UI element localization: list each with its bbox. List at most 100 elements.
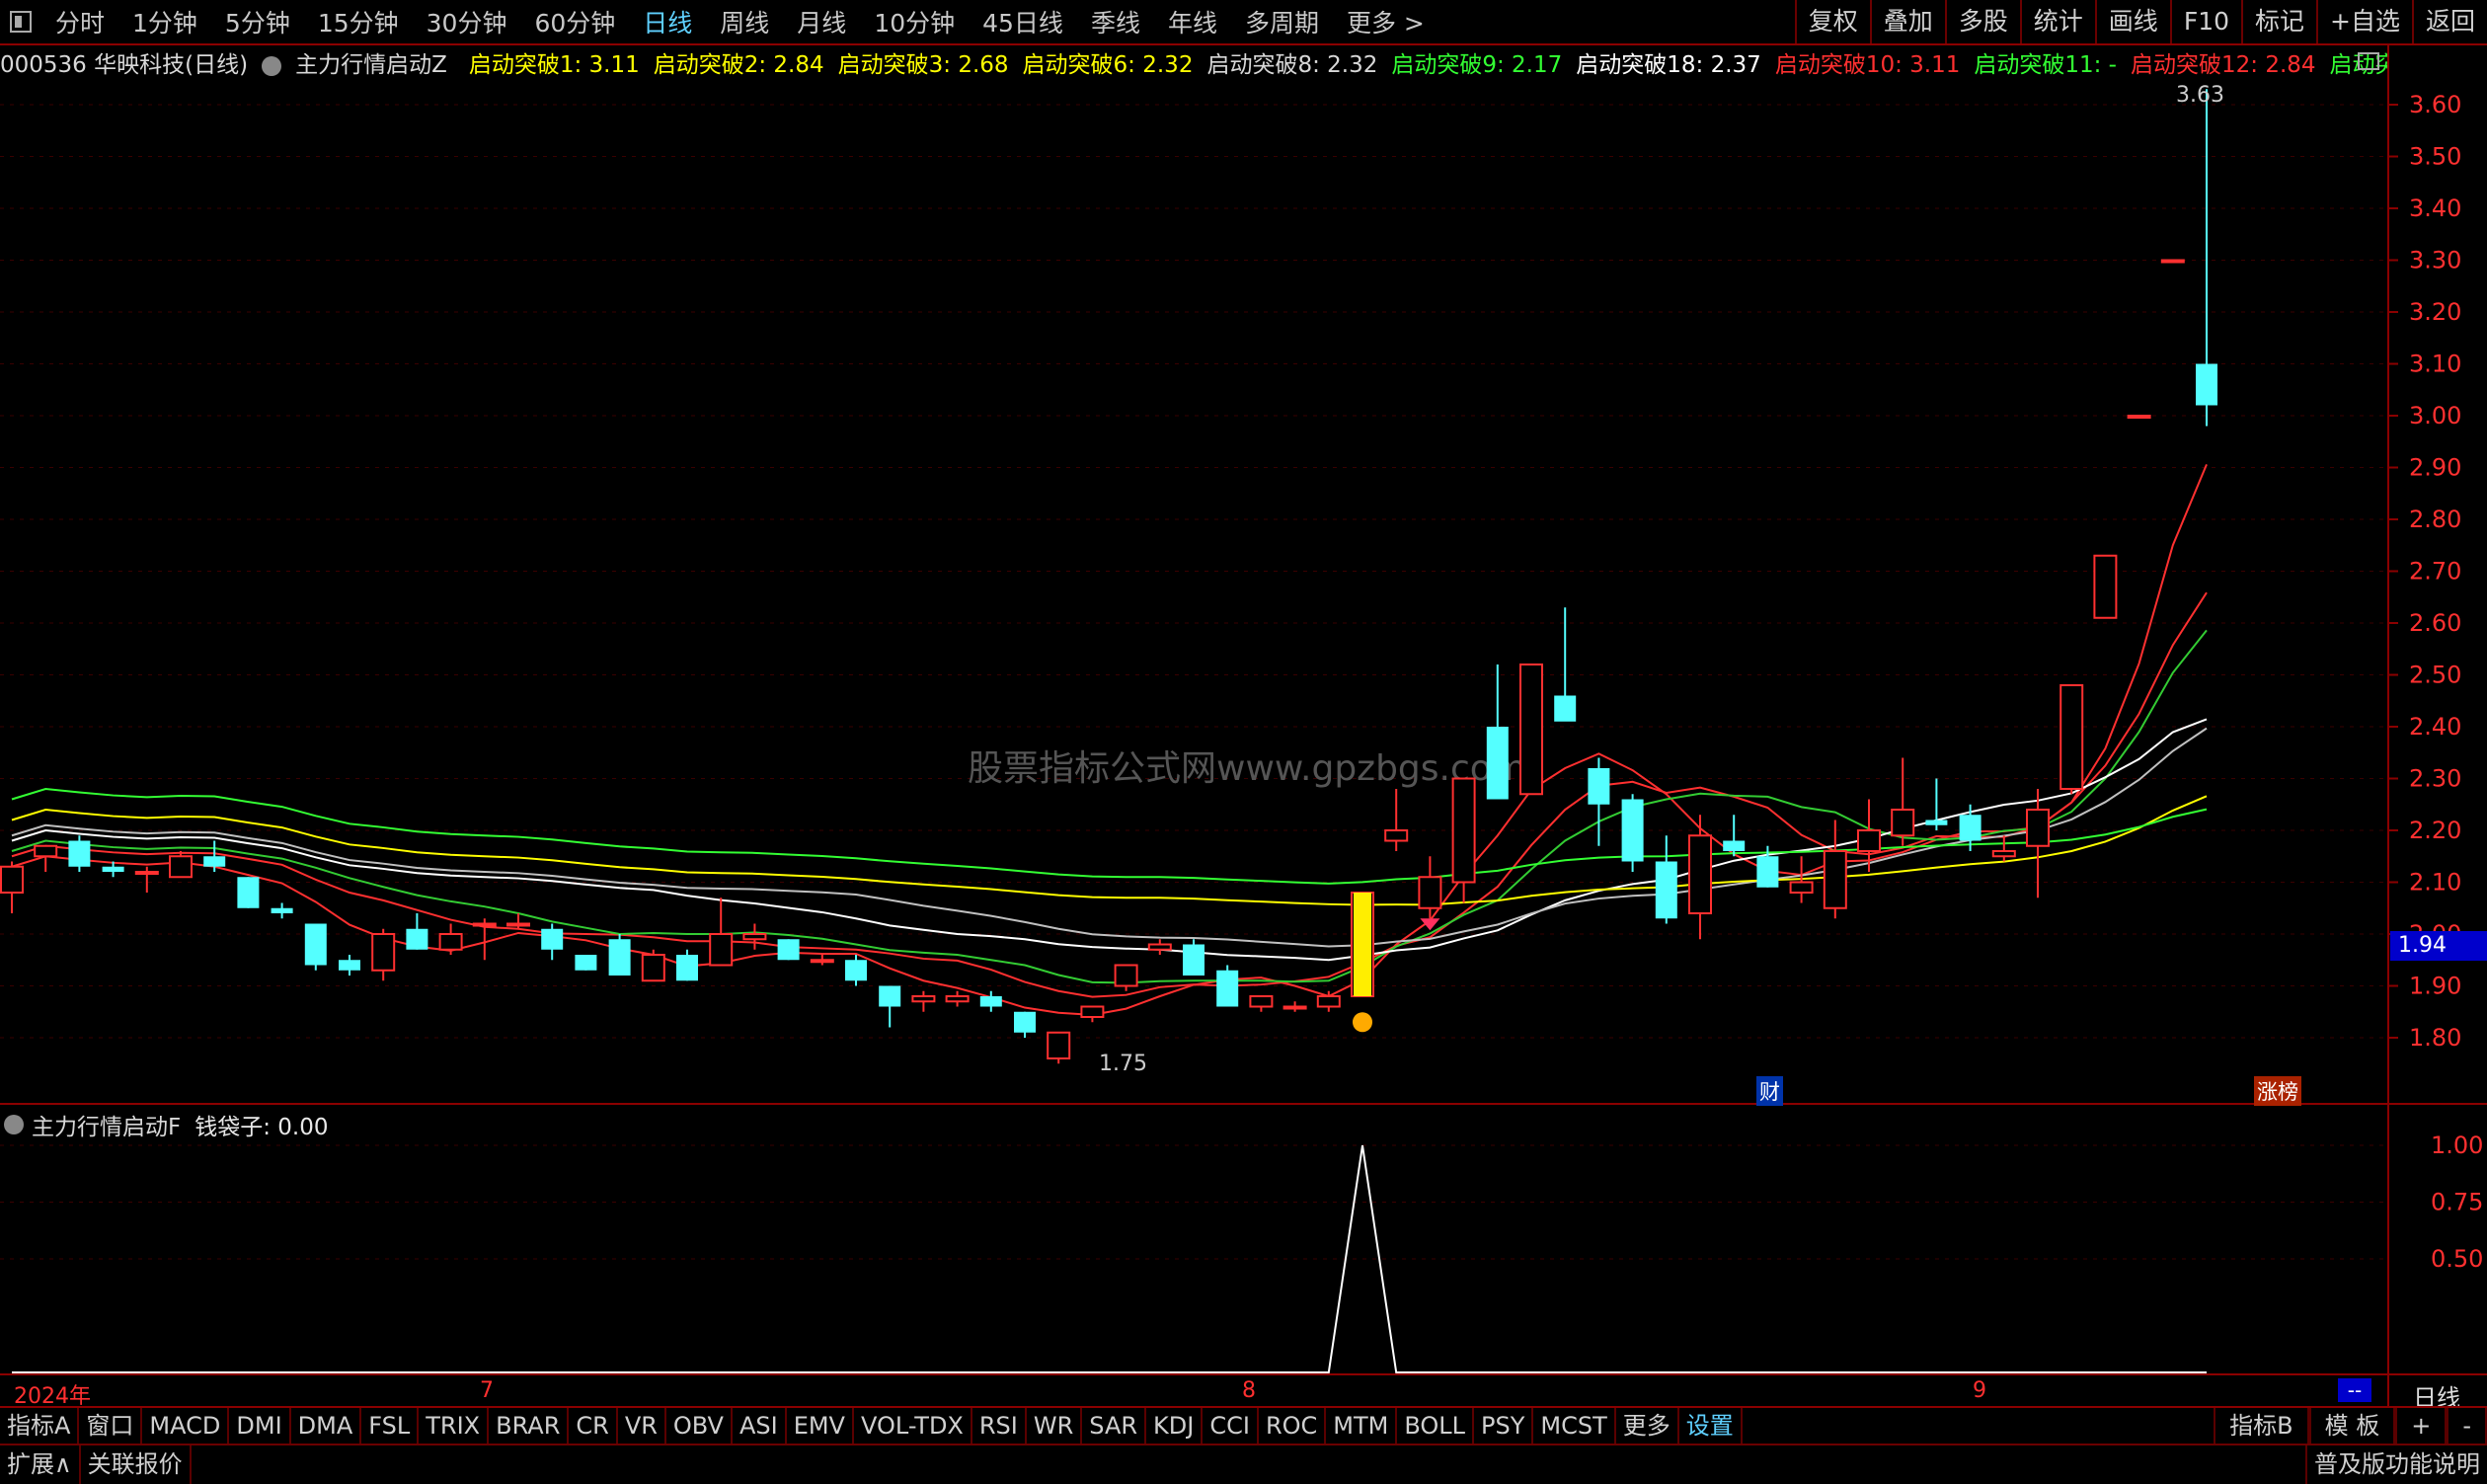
candles — [0, 89, 2217, 1064]
candle-body-46 — [1554, 695, 1577, 722]
price-tick-4: 3.20 — [2409, 298, 2461, 326]
indicator-tab-5[interactable]: FSL — [361, 1408, 420, 1444]
candle-body-50 — [1688, 834, 1712, 914]
indicator-tab-6[interactable]: TRIX — [419, 1408, 490, 1444]
price-tick-15: 2.10 — [2409, 869, 2461, 897]
related-quote-button[interactable]: 关联报价 — [81, 1445, 192, 1484]
price-tick-12: 2.40 — [2409, 713, 2461, 741]
indicator-tab-13[interactable]: VOL-TDX — [854, 1408, 972, 1444]
high-price-label: 3.63 — [2176, 83, 2224, 108]
price-tick-8: 2.80 — [2409, 506, 2461, 533]
indicator-tab-24[interactable]: 更多 — [1616, 1408, 1679, 1444]
indicator-tab-25[interactable]: 设置 — [1679, 1408, 1743, 1444]
sub-tick-1: 0.75 — [2431, 1189, 2483, 1216]
indicator-tab-0[interactable]: 指标A — [0, 1408, 80, 1444]
indicator-tab-10[interactable]: OBV — [666, 1408, 733, 1444]
price-tick-3: 3.30 — [2409, 247, 2461, 274]
candle-body-36 — [1216, 970, 1239, 1007]
candle-body-38 — [1282, 1005, 1307, 1010]
candle-body-63 — [2127, 415, 2151, 419]
price-tick-10: 2.60 — [2409, 609, 2461, 637]
candle-body-1 — [34, 844, 58, 858]
candle-body-2 — [68, 840, 91, 867]
sub-indicator-name: 主力行情启动F — [32, 1115, 182, 1140]
time-axis-dash[interactable]: -- — [2338, 1378, 2371, 1402]
indicator-tab-2[interactable]: MACD — [142, 1408, 230, 1444]
indicator-tabbar: 指标A 窗口 MACD DMI DMA FSL TRIX BRAR CR VR OBV ASI EMV V… — [0, 1406, 2487, 1444]
candle-body-56 — [1891, 809, 1915, 837]
candle-body-12 — [406, 928, 428, 950]
price-tick-0: 3.60 — [2409, 91, 2461, 118]
moving-averages — [11, 463, 2208, 1016]
limit-up-marker[interactable]: 涨榜 — [2254, 1076, 2301, 1106]
candle-body-52 — [1756, 856, 1779, 888]
indicator-right-button-1[interactable]: 模 板 — [2308, 1408, 2396, 1444]
indicator-tab-21[interactable]: BOLL — [1397, 1408, 1475, 1444]
indicator-tab-11[interactable]: ASI — [733, 1408, 787, 1444]
candle-body-3 — [102, 866, 124, 872]
indicator-tab-9[interactable]: VR — [618, 1408, 666, 1444]
candle-body-62 — [2093, 554, 2118, 619]
price-tick-5: 3.10 — [2409, 351, 2461, 378]
indicator-tab-12[interactable]: EMV — [787, 1408, 854, 1444]
indicator-tab-20[interactable]: MTM — [1326, 1408, 1398, 1444]
candle-body-6 — [203, 856, 226, 867]
price-tick-18: 1.80 — [2409, 1024, 2461, 1052]
candle-body-19 — [641, 954, 665, 982]
candle-body-30 — [1014, 1011, 1036, 1033]
sub-tick-0: 1.00 — [2431, 1132, 2483, 1159]
expand-button[interactable]: 扩展∧ — [0, 1445, 81, 1484]
indicator-right-button-3[interactable]: - — [2447, 1408, 2487, 1444]
candle-body-45 — [1519, 664, 1543, 796]
ma-line-5 — [11, 463, 2208, 1016]
candle-body-26 — [879, 985, 901, 1007]
indicator-tab-17[interactable]: KDJ — [1146, 1408, 1204, 1444]
candle-body-9 — [304, 923, 327, 966]
indicator-tab-8[interactable]: CR — [569, 1408, 618, 1444]
price-tick-7: 2.90 — [2409, 454, 2461, 482]
edition-info-button[interactable]: 普及版功能说明 — [2305, 1445, 2487, 1484]
candle-body-39 — [1316, 995, 1341, 1008]
collapse-sub-indicator-icon[interactable] — [4, 1115, 24, 1134]
indicator-tab-19[interactable]: ROC — [1259, 1408, 1327, 1444]
price-tick-13: 2.30 — [2409, 765, 2461, 793]
indicator-tab-7[interactable]: BRAR — [489, 1408, 570, 1444]
price-tick-2: 3.40 — [2409, 195, 2461, 222]
indicator-tab-3[interactable]: DMI — [229, 1408, 291, 1444]
indicator-tab-23[interactable]: MCST — [1533, 1408, 1616, 1444]
candle-body-4 — [134, 871, 159, 875]
candle-body-11 — [371, 933, 396, 972]
price-chart: 股票指标公式网www.gpzbgs.com 3.603.503.403.303.… — [0, 45, 2487, 1406]
indicator-tab-16[interactable]: SAR — [1082, 1408, 1147, 1444]
candle-body-47 — [1588, 768, 1610, 805]
candle-body-23 — [777, 939, 800, 961]
price-tick-6: 3.00 — [2409, 402, 2461, 430]
time-label-september: 9 — [1973, 1378, 1986, 1403]
candle-body-34 — [1147, 943, 1172, 951]
current-price-tag: 1.94 — [2390, 931, 2487, 961]
candle-body-16 — [541, 928, 564, 950]
indicator-right-button-0[interactable]: 指标B — [2214, 1408, 2309, 1444]
candle-body-49 — [1655, 861, 1677, 919]
indicator-tab-22[interactable]: PSY — [1474, 1408, 1534, 1444]
price-tick-17: 1.90 — [2409, 973, 2461, 1000]
indicator-tab-14[interactable]: RSI — [972, 1408, 1027, 1444]
candle-body-44 — [1486, 727, 1509, 800]
indicator-tab-15[interactable]: WR — [1027, 1408, 1083, 1444]
candle-body-13 — [438, 933, 463, 951]
indicator-tab-18[interactable]: CCI — [1203, 1408, 1259, 1444]
candle-body-55 — [1857, 829, 1881, 852]
candle-body-59 — [1991, 850, 2016, 858]
start-signal-bar — [1354, 893, 1371, 996]
candle-body-42 — [1418, 876, 1442, 909]
price-axis: 3.60 3.50 3.40 3.30 3.20 3.10 3.00 2.90 2.80 2.70… — [2388, 91, 2461, 1052]
candle-body-43 — [1451, 777, 1476, 884]
price-tick-1: 3.50 — [2409, 143, 2461, 171]
candle-body-18 — [608, 939, 631, 976]
indicator-tab-1[interactable]: 窗口 — [79, 1408, 143, 1444]
low-price-label: 1.75 — [1099, 1052, 1147, 1076]
finance-marker[interactable]: 财 — [1756, 1076, 1783, 1106]
money-bag-icon — [1353, 1012, 1372, 1033]
indicator-tab-4[interactable]: DMA — [291, 1408, 362, 1444]
indicator-right-button-2[interactable]: + — [2395, 1408, 2448, 1444]
